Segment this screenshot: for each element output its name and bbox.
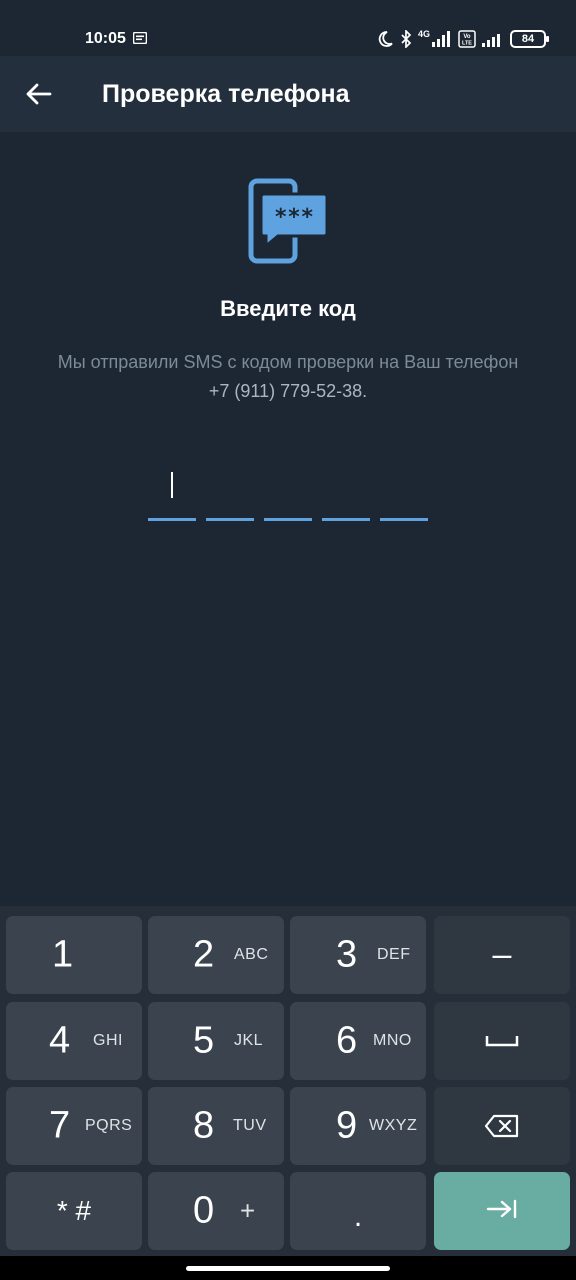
status-bar: 10:05 4G Vo LTE 84 [0,0,576,56]
key-1-digit: 1 [52,933,74,976]
status-time: 10:05 [85,30,126,47]
key-star-hash-symbol: * # [56,1195,92,1226]
signal-icon [432,31,450,47]
code-digit-4[interactable] [322,466,370,521]
description-text: Мы отправили SMS с кодом проверки на Ваш… [57,352,519,372]
home-gesture-handle[interactable] [186,1266,390,1271]
code-digit-5[interactable] [380,466,428,521]
key-8-letters: TUV [233,1117,267,1134]
key-3[interactable]: 3 DEF [290,916,426,994]
code-input[interactable] [148,466,430,521]
phone-number: +7 (911) 779-52-38. [208,381,368,401]
signal-icon-2 [482,34,500,47]
key-star-hash[interactable]: * # [6,1172,142,1250]
svg-text:Vo: Vo [463,34,471,40]
space-icon [485,1036,519,1047]
key-1[interactable]: 1 [6,916,142,994]
key-space[interactable] [434,1002,570,1080]
key-backspace[interactable] [434,1087,570,1165]
app-bar: Проверка телефона [0,56,576,132]
key-9-letters: WXYZ [369,1117,418,1134]
key-9[interactable]: 9 WXYZ [290,1087,426,1165]
key-7[interactable]: 7 PQRS [6,1087,142,1165]
key-2-letters: ABC [234,946,269,963]
key-7-letters: PQRS [85,1117,133,1134]
key-4-digit: 4 [49,1019,71,1062]
key-dash[interactable]: – [434,916,570,994]
next-field-icon [486,1199,517,1219]
sms-sent-description: Мы отправили SMS с кодом проверки на Ваш… [30,348,546,406]
svg-text:LTE: LTE [462,41,472,47]
numeric-keyboard: 1 2 ABC 3 DEF – 4 GHI 5 JKL 6 MNO 7 PQRS… [0,906,576,1256]
key-3-digit: 3 [336,933,358,976]
code-digit-2[interactable] [206,466,254,521]
key-2-digit: 2 [193,933,215,976]
key-5-letters: JKL [234,1032,264,1049]
key-4-letters: GHI [93,1032,123,1049]
back-arrow-icon[interactable] [20,78,56,110]
key-5[interactable]: 5 JKL [148,1002,284,1080]
key-dot[interactable]: . [290,1172,426,1250]
enter-code-heading: Введите код [220,296,356,321]
key-dash-symbol: – [492,935,512,974]
page-title: Проверка телефона [102,80,350,108]
bluetooth-icon [401,30,412,48]
key-6-digit: 6 [336,1019,358,1062]
backspace-icon [484,1114,519,1138]
key-0[interactable]: 0 + [148,1172,284,1250]
key-5-digit: 5 [193,1019,215,1062]
volte-icon: Vo LTE [458,30,476,48]
key-0-digit: 0 [193,1189,215,1232]
code-digit-3[interactable] [264,466,312,521]
key-6[interactable]: 6 MNO [290,1002,426,1080]
key-2[interactable]: 2 ABC [148,916,284,994]
sms-code-phone-icon: *** [248,178,328,264]
key-9-digit: 9 [336,1104,358,1147]
status-icons: 4G Vo LTE 84 [376,28,549,50]
text-caret [171,472,173,498]
key-7-digit: 7 [49,1104,71,1147]
notification-icon [133,32,147,44]
code-digit-1[interactable] [148,466,196,521]
sms-icon-asterisks: *** [274,205,314,230]
key-8[interactable]: 8 TUV [148,1087,284,1165]
key-0-plus: + [240,1195,256,1226]
battery-icon: 84 [510,30,549,48]
key-8-digit: 8 [193,1104,215,1147]
network-type-label: 4G [417,29,430,39]
key-6-letters: MNO [373,1032,412,1049]
moon-icon [378,31,393,47]
key-3-letters: DEF [377,946,411,963]
key-next[interactable] [434,1172,570,1250]
key-4[interactable]: 4 GHI [6,1002,142,1080]
key-dot-symbol: . [353,1200,363,1234]
